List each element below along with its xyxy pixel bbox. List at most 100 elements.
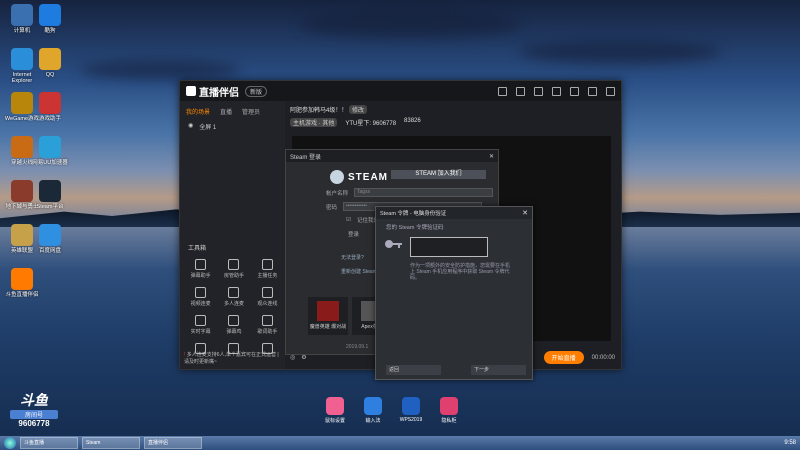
toolbox-item[interactable]: 弹幕鸡 [217,315,250,335]
category-badge[interactable]: 主机游戏 · 其他 [290,118,338,127]
scene-item[interactable]: ◉ 全屏 1 [180,120,285,133]
dock-item-label: 隐私柜 [441,418,457,424]
skin-icon[interactable] [498,86,507,96]
guard-code-input[interactable] [410,237,488,257]
douyu-watermark: 斗鱼 房间号 9606778 [10,390,58,428]
version-badge[interactable]: 新版 [245,85,268,97]
settings-icon[interactable] [534,86,543,96]
tab-my-scenes[interactable]: 我的场景 [186,107,210,116]
tool-icon [261,259,273,270]
douyu-brand: 斗鱼 [20,392,48,408]
taskbar-item[interactable]: 斗鱼直播 [20,437,78,449]
kugou-icon [39,4,61,26]
minimize-icon[interactable] [570,86,579,96]
desktop-icon[interactable]: 百度网盘 [30,224,70,254]
room-title: 阿肥参加韩马4级！！ [290,108,348,114]
gear-icon[interactable]: ⚙ [301,354,306,361]
scene-panel: 我的场景 直播 管理员 ◉ 全屏 1 工具箱 弹幕助手 房管助手 主播任务 视频连麦多… [180,101,285,369]
zhibo-titlebar: 直播伴侣 新版 [180,81,621,101]
fans-count: 83826 [404,118,421,124]
steam-login-titlebar: Steam 登录 ✕ [286,150,498,162]
toolbox-item-label: 弹幕助手 [190,273,211,279]
eye-icon[interactable]: ◎ [290,354,295,361]
clock: 9:58 [784,440,796,446]
desktop-icon[interactable]: 游戏助手 [30,92,70,122]
dock-app-icon [440,397,458,415]
desktop-icon[interactable]: Steam平台 [30,180,70,210]
dock-item-label: 输入法 [365,418,381,424]
douyu-room-label: 房间号 [10,410,58,419]
checkbox-icon[interactable]: ☑ [346,217,351,223]
steam-join-tab[interactable]: STEAM 加入我们 [391,170,486,179]
dock-item[interactable]: 隐私柜 [436,397,462,424]
edit-title-button[interactable]: 修改 [349,105,368,114]
dock-app-icon [326,397,344,415]
username-label: 帐户名称 [326,190,349,197]
guard-buttons: 返回 下一步 [386,365,526,375]
close-icon[interactable]: ✕ [489,153,494,160]
maximize-icon[interactable] [588,86,597,96]
toolbox-grid: 弹幕助手 房管助手 主播任务视频连麦 多人连麦 观众连线实时字幕 弹幕鸡 歌词助手 [184,259,284,356]
username-input[interactable]: Tagsx [354,188,494,197]
desktop-icon[interactable]: 斗鱼直播伴侣 [2,268,42,298]
back-button[interactable]: 返回 [386,365,441,375]
toolbox-item[interactable]: 视频连麦 [184,287,217,307]
eye-icon[interactable]: ◉ [188,122,193,131]
dock-app-icon [402,397,420,415]
taskbar-item[interactable]: Steam [82,437,140,449]
notice-text: 多人连麦支持6人,单个嘉宾可在正式运营 | 请及时更新嘴~ [184,352,279,365]
forgot-link[interactable]: 无法登录? [341,254,364,261]
toolbox-item[interactable]: 多人连麦 [217,287,250,307]
start-button[interactable] [4,437,16,449]
taskbar: 斗鱼直播 Steam 直播伴侣 9:58 [0,436,800,450]
toolbox-item[interactable]: 歌词助手 [251,315,284,335]
desktop-icon[interactable]: 网易UU加速器 [30,136,70,166]
menu-icon[interactable] [552,86,561,96]
steam-icon [39,180,61,202]
taskbar-item[interactable]: 直播伴侣 [144,437,202,449]
sky-cloud [520,40,720,64]
toolbox-item[interactable]: 实时字幕 [184,315,217,335]
baidu-pan-icon [39,224,61,246]
toolbox-item[interactable]: 弹幕助手 [184,259,217,279]
room-id: YTU星下: 9606778 [345,121,397,127]
dock-item[interactable]: 输入法 [360,397,386,424]
dock-item[interactable]: WPS2019 [398,397,424,424]
desktop-icon-label: Steam平台 [36,204,64,210]
desktop-icon-label: QQ [45,72,55,78]
username-row: 帐户名称 Tagsx [326,188,494,197]
game-tile-label: 魔兽英雄 爆对战 [309,324,347,330]
game-tile[interactable]: 魔兽英雄 爆对战 [308,297,348,335]
desktop-icon[interactable]: QQ [30,48,70,78]
room-header: 阿肥参加韩马4级！！ 修改 主机游戏 · 其他 YTU星下: 9606778 8… [290,105,615,127]
zhibo-logo: 直播伴侣 [186,84,239,99]
login-button[interactable]: 登录 [348,230,359,238]
guard-subtitle: 您的 Steam 令牌验证码 [386,225,444,231]
notice-bar[interactable]: ! 多人连麦支持6人,单个嘉宾可在正式运营 | 请及时更新嘴~ [184,351,281,365]
close-icon[interactable]: ✕ [522,209,528,217]
toolbox-item[interactable]: 房管助手 [217,259,250,279]
tab-live[interactable]: 直播 [220,107,232,116]
close-icon[interactable] [606,86,615,96]
dock-item[interactable]: 鼠标设置 [322,397,348,424]
window-controls [498,86,615,96]
next-button[interactable]: 下一步 [471,365,526,375]
toolbox-item-label: 多人连麦 [223,301,244,307]
toolbox-item-label: 歌词助手 [257,329,278,335]
desktop-icon-label: 游戏助手 [38,116,61,122]
steam-login-title: Steam 登录 [290,154,322,161]
toolbox-item[interactable]: 主播任务 [251,259,284,279]
tool-icon [261,315,273,326]
zhibo-title: 直播伴侣 [199,87,239,99]
desktop-icon[interactable]: 酷狗 [30,4,70,34]
tab-admin[interactable]: 管理员 [242,107,260,116]
toolbox-item[interactable]: 观众连线 [251,287,284,307]
password-label: 密码 [326,204,338,211]
go-live-button[interactable]: 开始直播 [543,351,584,364]
message-icon[interactable] [516,86,525,96]
login-row: 登录 [348,230,359,238]
desktop-icon-label: 网易UU加速器 [32,160,68,166]
notice-icon: ! [184,352,186,358]
steam-guard-dialog: Steam 令牌 - 电脑身份验证 ✕ 您的 Steam 令牌验证码 作为一项额… [375,206,533,380]
tool-icon [228,287,240,298]
